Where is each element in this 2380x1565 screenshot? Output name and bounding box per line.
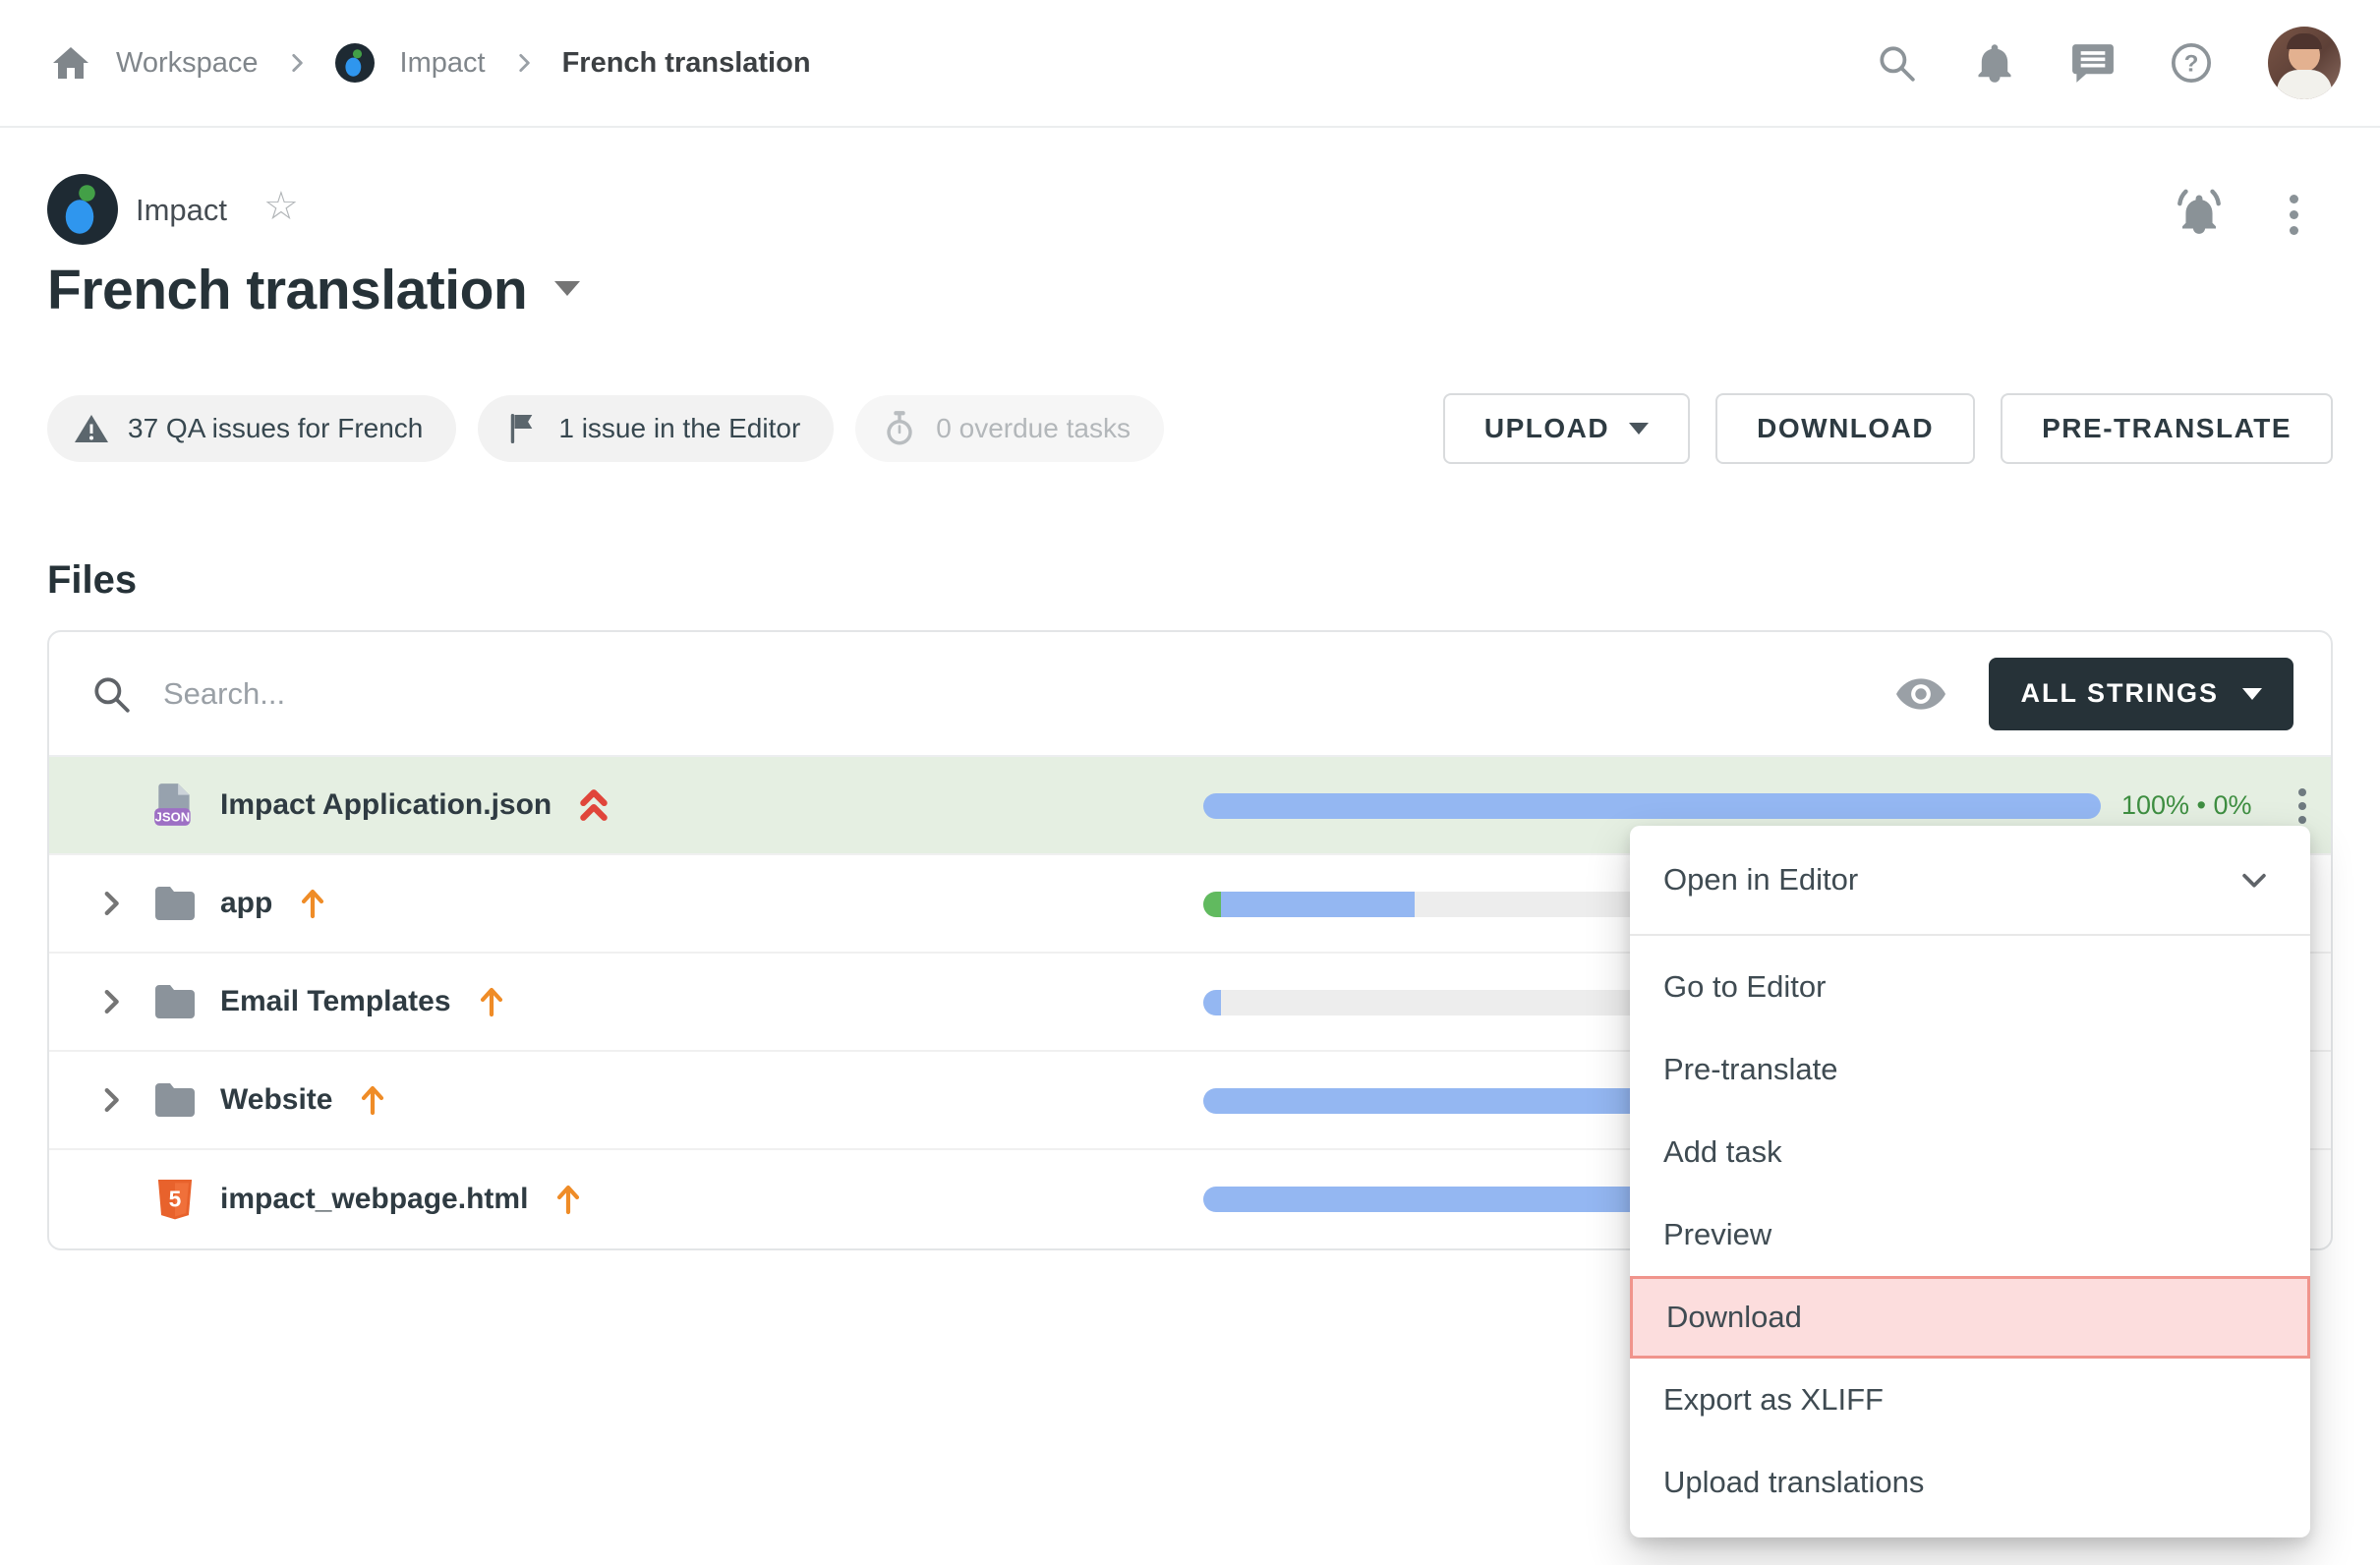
avatar-hair (2287, 33, 2322, 49)
avatar-shirt (2277, 70, 2332, 99)
search-icon[interactable] (1875, 41, 1918, 85)
watch-notifications-icon[interactable] (2168, 183, 2231, 246)
chip-overdue-tasks[interactable]: 0 overdue tasks (855, 395, 1164, 462)
progress-stats: 100% • 0% (2121, 790, 2252, 821)
menu-item-preview[interactable]: Preview (1630, 1193, 2310, 1276)
chip-editor-issues[interactable]: 1 issue in the Editor (478, 395, 834, 462)
progress-bar (1203, 793, 2101, 819)
file-context-menu: Open in Editor Go to Editor Pre-translat… (1630, 826, 2310, 1537)
svg-text:JSON: JSON (155, 810, 191, 825)
notifications-icon[interactable] (1973, 41, 2016, 85)
topbar-actions: ? (1875, 27, 2341, 99)
page-title-text: French translation (47, 259, 527, 321)
timer-icon (881, 410, 918, 447)
folder-icon (151, 1076, 199, 1124)
breadcrumb-project[interactable]: Impact (400, 47, 486, 80)
folder-name[interactable]: Website (220, 1083, 332, 1117)
files-section-heading: Files (47, 558, 137, 603)
download-button[interactable]: DOWNLOAD (1715, 393, 1975, 464)
star-favorite-icon[interactable]: ☆ (263, 187, 299, 226)
pre-translate-button[interactable]: PRE-TRANSLATE (2001, 393, 2333, 464)
chip-qa-issues[interactable]: 37 QA issues for French (47, 395, 456, 462)
download-button-label: DOWNLOAD (1757, 413, 1934, 444)
chevron-right-expander-icon[interactable] (94, 1080, 151, 1120)
breadcrumb-current-page: French translation (562, 47, 811, 80)
priority-high-icon (360, 1081, 389, 1119)
eye-visibility-icon[interactable] (1896, 678, 1945, 710)
pre-translate-button-label: PRE-TRANSLATE (2042, 413, 2292, 444)
project-name[interactable]: Impact (136, 193, 227, 228)
chevron-right-icon (284, 50, 310, 76)
menu-item-upload-translations[interactable]: Upload translations (1630, 1441, 2310, 1524)
project-logo (47, 174, 118, 245)
chevron-down-icon (2242, 688, 2262, 700)
file-name[interactable]: Impact Application.json (220, 788, 551, 822)
title-dropdown-caret-icon[interactable] (554, 281, 580, 296)
chip-label: 0 overdue tasks (936, 413, 1131, 444)
folder-icon (151, 978, 199, 1025)
upload-button-label: UPLOAD (1484, 413, 1609, 444)
svg-text:5: 5 (169, 1187, 182, 1212)
qa-warning-icon (73, 410, 110, 447)
files-search-row: ALL STRINGS (49, 632, 2331, 757)
priority-highest-icon (579, 786, 609, 824)
chevron-down-icon (2237, 863, 2271, 897)
search-icon (90, 673, 132, 715)
file-name[interactable]: impact_webpage.html (220, 1183, 528, 1216)
menu-item-export-as-xliff[interactable]: Export as XLIFF (1630, 1359, 2310, 1441)
chevron-right-icon (511, 50, 537, 76)
strings-filter-button[interactable]: ALL STRINGS (1989, 658, 2293, 730)
context-menu-header-label: Open in Editor (1663, 862, 1858, 898)
chevron-right-expander-icon[interactable] (94, 884, 151, 923)
flag-icon (503, 410, 541, 447)
menu-item-download[interactable]: Download (1630, 1276, 2310, 1359)
html-file-icon: 5 (151, 1176, 199, 1223)
folder-name[interactable]: Email Templates (220, 985, 451, 1018)
strings-filter-label: ALL STRINGS (2020, 678, 2219, 709)
page-title: French translation (47, 258, 580, 322)
breadcrumb: Workspace Impact French translation (51, 43, 811, 83)
priority-high-icon (479, 983, 508, 1020)
project-logo-small (335, 43, 375, 83)
messages-icon[interactable] (2071, 41, 2115, 85)
top-navigation-bar: Workspace Impact French translation (0, 0, 2380, 128)
context-menu-open-in-editor[interactable]: Open in Editor (1630, 826, 2310, 936)
project-action-buttons: UPLOAD DOWNLOAD PRE-TRANSLATE (1443, 393, 2333, 464)
priority-high-icon (300, 885, 329, 922)
files-search-input[interactable] (163, 676, 1896, 712)
menu-item-add-task[interactable]: Add task (1630, 1111, 2310, 1193)
folder-icon (151, 880, 199, 927)
context-menu-items: Go to Editor Pre-translate Add task Prev… (1630, 936, 2310, 1524)
menu-item-go-to-editor[interactable]: Go to Editor (1630, 946, 2310, 1028)
home-icon[interactable] (51, 43, 90, 83)
menu-item-pre-translate[interactable]: Pre-translate (1630, 1028, 2310, 1111)
folder-name[interactable]: app (220, 887, 272, 920)
svg-text:?: ? (2184, 50, 2199, 77)
priority-high-icon (555, 1181, 585, 1218)
project-kebab-menu[interactable] (2278, 187, 2309, 242)
status-chips: 37 QA issues for French 1 issue in the E… (47, 395, 1164, 462)
upload-button[interactable]: UPLOAD (1443, 393, 1690, 464)
chevron-right-expander-icon[interactable] (94, 982, 151, 1021)
chip-label: 1 issue in the Editor (558, 413, 800, 444)
help-icon[interactable]: ? (2170, 41, 2213, 85)
json-file-icon: JSON (151, 782, 199, 829)
breadcrumb-workspace[interactable]: Workspace (116, 47, 259, 80)
chevron-down-icon (1629, 423, 1649, 435)
chip-label: 37 QA issues for French (128, 413, 423, 444)
user-avatar[interactable] (2268, 27, 2341, 99)
app-root: Workspace Impact French translation (0, 0, 2380, 1565)
